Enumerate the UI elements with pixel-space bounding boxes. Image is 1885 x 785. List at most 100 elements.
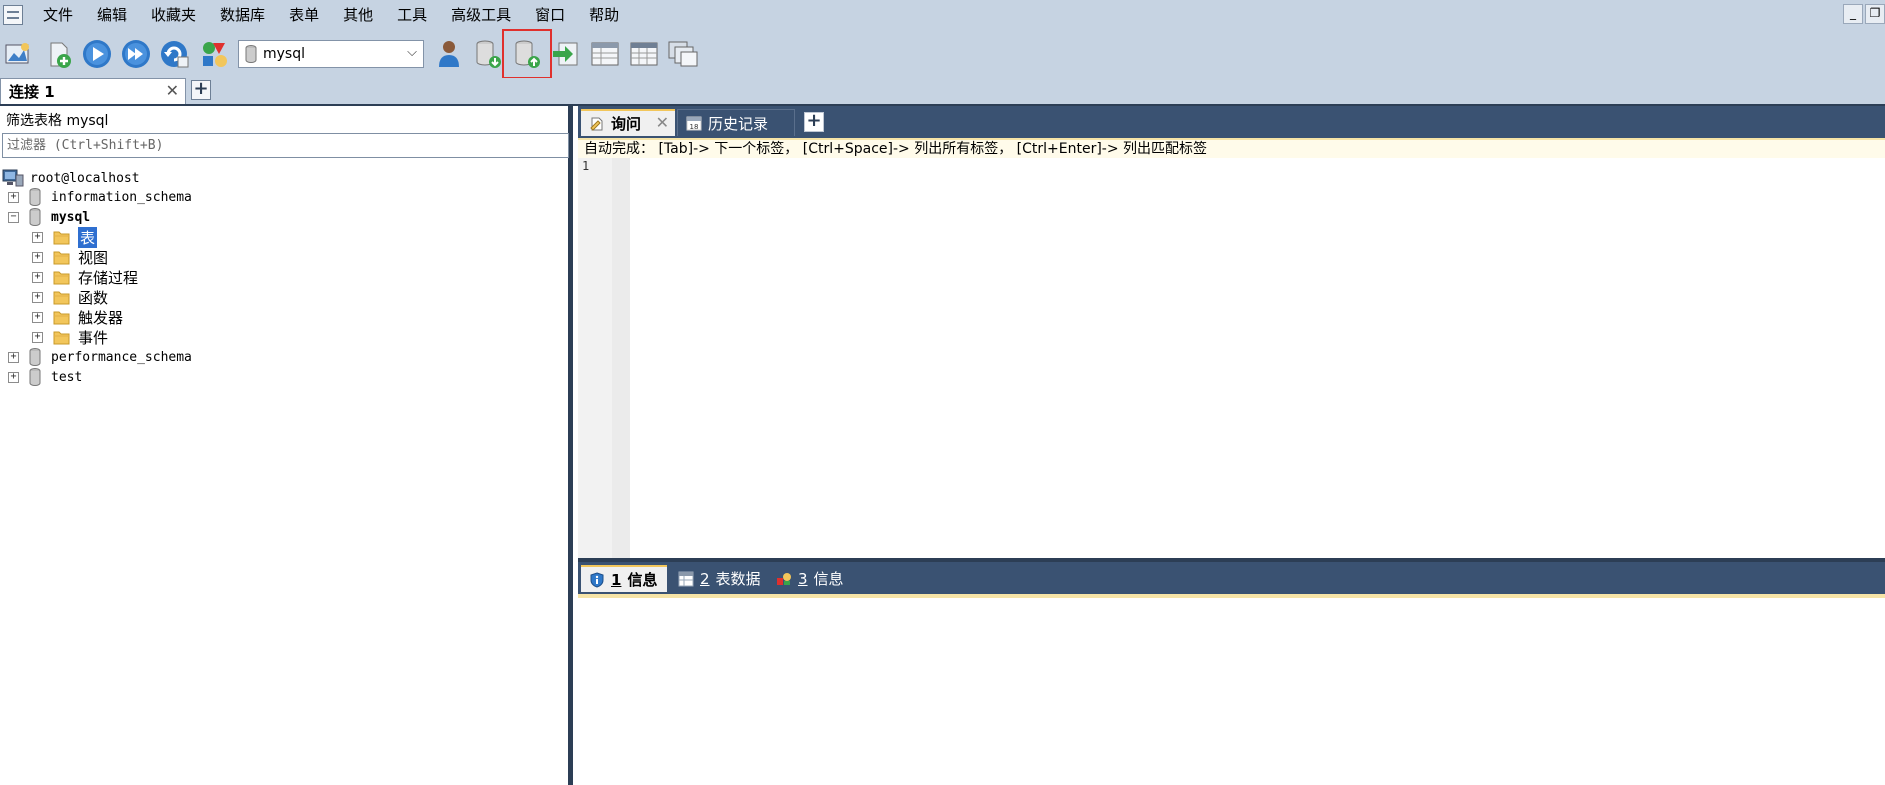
- expand-icon[interactable]: +: [32, 271, 43, 283]
- table-view-icon[interactable]: [588, 37, 622, 71]
- sql-editor[interactable]: 1: [578, 158, 1885, 558]
- menu-edit[interactable]: 编辑: [85, 0, 139, 30]
- add-connection-button[interactable]: +: [191, 80, 211, 100]
- menu-advanced-tools[interactable]: 高级工具: [439, 0, 523, 30]
- tree-item-triggers[interactable]: + 触发器: [32, 307, 123, 327]
- database-select-value: mysql: [263, 46, 305, 62]
- tab-result-info-3[interactable]: 3 信息: [768, 565, 850, 592]
- connection-tab-label: 连接 1: [9, 83, 55, 101]
- result-tab-bar: 1 信息 2 表数据 3 信息: [578, 562, 1885, 594]
- refresh-icon[interactable]: [158, 37, 192, 71]
- menu-table[interactable]: 表单: [277, 0, 331, 30]
- tab-query[interactable]: 询问 ✕: [581, 109, 675, 136]
- folder-icon: [53, 271, 70, 285]
- execute-all-icon[interactable]: [119, 37, 153, 71]
- tree-item-information-schema[interactable]: + information_schema: [8, 187, 192, 207]
- close-icon[interactable]: ✕: [166, 81, 179, 100]
- menu-database[interactable]: 数据库: [208, 0, 277, 30]
- toolbar: mysql ⌵: [0, 29, 1885, 79]
- fold-margin: [612, 158, 630, 558]
- menu-other[interactable]: 其他: [331, 0, 385, 30]
- query-icon: [590, 117, 603, 131]
- tree-root[interactable]: root@localhost: [2, 168, 140, 188]
- tree-item-procedures[interactable]: + 存储过程: [32, 267, 138, 287]
- filter-label: 筛选表格 mysql: [6, 113, 109, 129]
- tab-history-label: 历史记录: [708, 114, 769, 133]
- expand-icon[interactable]: +: [32, 311, 43, 323]
- database-icon: [29, 368, 41, 386]
- user-manager-icon[interactable]: [432, 37, 466, 71]
- folder-icon: [53, 251, 70, 265]
- import-icon[interactable]: [549, 37, 583, 71]
- tree-item-label: information_schema: [51, 189, 192, 205]
- tree-item-tables[interactable]: + 表: [32, 226, 98, 248]
- result-pane: [578, 598, 1885, 785]
- menu-favorites[interactable]: 收藏夹: [139, 0, 208, 30]
- tree-item-label: 触发器: [78, 308, 124, 327]
- expand-icon[interactable]: +: [8, 351, 19, 363]
- restore-database-icon[interactable]: [502, 29, 552, 79]
- server-icon: [2, 169, 24, 187]
- expand-icon[interactable]: +: [32, 331, 43, 343]
- expand-icon[interactable]: +: [8, 191, 19, 203]
- menu-help[interactable]: 帮助: [577, 0, 631, 30]
- menu-bar: 文件 编辑 收藏夹 数据库 表单 其他 工具 高级工具 窗口 帮助 _ ❐: [0, 0, 1885, 30]
- database-icon: [29, 348, 41, 366]
- connection-tab-bar: 连接 1 ✕ +: [0, 78, 1885, 106]
- chevron-down-icon[interactable]: ⌵: [407, 45, 417, 60]
- result-tab-label: 信息: [813, 570, 844, 588]
- tab-query-label: 询问: [611, 115, 642, 133]
- menu-window[interactable]: 窗口: [523, 0, 577, 30]
- new-connection-icon[interactable]: [2, 37, 36, 71]
- cascade-windows-icon[interactable]: [666, 37, 700, 71]
- tree-root-label: root@localhost: [30, 170, 140, 186]
- table-data-icon[interactable]: [627, 37, 661, 71]
- tree-item-performance-schema[interactable]: + performance_schema: [8, 347, 192, 367]
- tree-item-test[interactable]: + test: [8, 367, 82, 387]
- tree-item-functions[interactable]: + 函数: [32, 287, 108, 307]
- app-icon[interactable]: [3, 5, 23, 25]
- window-controls: _ ❐: [1841, 4, 1885, 24]
- tree-item-mysql[interactable]: − mysql: [8, 207, 90, 227]
- tree-item-label: 存储过程: [78, 268, 139, 287]
- schema-designer-icon[interactable]: [197, 37, 231, 71]
- table-icon: [678, 571, 694, 586]
- menu-tools[interactable]: 工具: [385, 0, 439, 30]
- new-query-icon[interactable]: [41, 37, 75, 71]
- tree-item-label: 表: [78, 226, 98, 248]
- tree-item-label: 函数: [78, 288, 109, 307]
- tab-table-data[interactable]: 2 表数据: [670, 565, 764, 592]
- folder-icon: [53, 331, 70, 345]
- tree-item-label: 视图: [78, 248, 109, 267]
- filter-input[interactable]: [2, 133, 569, 158]
- execute-query-icon[interactable]: [80, 37, 114, 71]
- expand-icon[interactable]: +: [8, 371, 19, 383]
- add-query-tab-button[interactable]: +: [804, 112, 824, 132]
- tree-item-events[interactable]: + 事件: [32, 327, 108, 347]
- result-tab-label: 信息: [627, 571, 658, 589]
- expand-icon[interactable]: +: [32, 251, 43, 263]
- backup-database-icon[interactable]: [471, 37, 505, 71]
- tab-history[interactable]: 18 历史记录: [677, 109, 795, 136]
- minimize-button[interactable]: _: [1843, 4, 1863, 24]
- tab-result-info-1[interactable]: 1 信息: [581, 565, 667, 592]
- tree-item-label: test: [51, 369, 83, 385]
- tab-connection-1[interactable]: 连接 1 ✕: [0, 78, 186, 104]
- autocomplete-hint: 自动完成： [Tab]-> 下一个标签， [Ctrl+Space]-> 列出所有…: [578, 138, 1885, 158]
- tree-item-views[interactable]: + 视图: [32, 247, 108, 267]
- info-shapes-icon: [777, 572, 791, 585]
- menu-file[interactable]: 文件: [31, 0, 85, 30]
- expand-icon[interactable]: +: [32, 291, 43, 303]
- object-browser: 筛选表格 mysql root@localhost + information_…: [0, 106, 573, 785]
- close-icon[interactable]: ✕: [656, 113, 669, 132]
- database-select[interactable]: mysql ⌵: [238, 40, 424, 68]
- line-number-gutter: 1: [578, 158, 630, 558]
- tree-item-label: performance_schema: [51, 349, 192, 365]
- collapse-icon[interactable]: −: [8, 211, 19, 223]
- expand-icon[interactable]: +: [32, 231, 43, 243]
- query-tab-bar: 询问 ✕ 18 历史记录 +: [578, 106, 1885, 138]
- svg-text:18: 18: [690, 123, 699, 131]
- tree-item-label: 事件: [78, 328, 109, 347]
- restore-button[interactable]: ❐: [1865, 4, 1885, 24]
- line-number: 1: [582, 159, 590, 173]
